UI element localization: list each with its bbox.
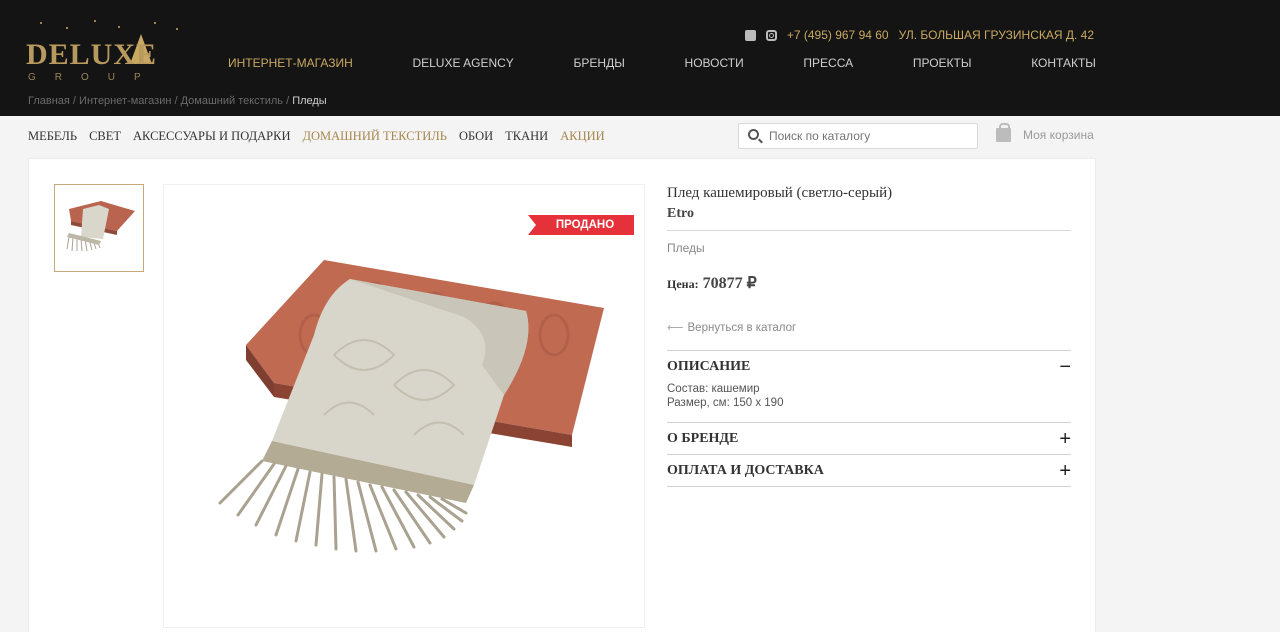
sold-badge: ПРОДАНО <box>528 215 634 235</box>
breadcrumb-separator: / <box>171 95 181 107</box>
category-light[interactable]: СВЕТ <box>89 129 121 144</box>
category-wallpaper[interactable]: ОБОИ <box>459 129 493 144</box>
nav-item-shop[interactable]: ИНТЕРНЕТ-МАГАЗИН <box>228 56 353 70</box>
price-label: Цена: <box>667 277 699 291</box>
section-description: ОПИСАНИЕ − Состав: кашемир Размер, см: 1… <box>667 350 1071 422</box>
cart-label: Моя корзина <box>1023 128 1094 142</box>
section-brand: О БРЕНДЕ + <box>667 422 1071 454</box>
nav-item-press[interactable]: ПРЕССА <box>803 56 853 70</box>
search-icon[interactable] <box>748 129 759 140</box>
main-nav: ИНТЕРНЕТ-МАГАЗИН DELUXE AGENCY БРЕНДЫ НО… <box>228 56 1096 70</box>
product-title: Плед кашемировый (светло-серый) <box>667 185 893 201</box>
product-panel: ПРОДАНО Плед кашемировый (светло-серый) … <box>28 158 1096 632</box>
product-image[interactable]: ПРОДАНО <box>163 184 645 628</box>
search-box <box>738 123 978 149</box>
product-price: Цена: 70877 ₽ <box>667 273 1071 293</box>
nav-item-news[interactable]: НОВОСТИ <box>685 56 744 70</box>
logo-sparkle <box>154 22 156 24</box>
arrow-left-icon: ⟵ <box>667 322 684 334</box>
expand-icon[interactable]: + <box>1059 429 1071 449</box>
breadcrumb-textile[interactable]: Домашний текстиль <box>181 95 283 107</box>
category-fabrics[interactable]: ТКАНИ <box>505 129 548 144</box>
address: УЛ. БОЛЬШАЯ ГРУЗИНСКАЯ Д. 42 <box>898 28 1094 42</box>
breadcrumb-separator: / <box>283 95 293 107</box>
logo-sparkle <box>118 26 120 28</box>
breadcrumb-home[interactable]: Главная <box>28 95 70 107</box>
product-thumbnail[interactable] <box>54 184 144 272</box>
category-furniture[interactable]: МЕБЕЛЬ <box>28 129 77 144</box>
product-info: Плед кашемировый (светло-серый) Etro Пле… <box>667 185 1071 487</box>
back-to-catalog-link[interactable]: ⟵ Вернуться в каталог <box>667 320 1071 334</box>
category-bar: МЕБЕЛЬ СВЕТ АКСЕССУАРЫ И ПОДАРКИ ДОМАШНИ… <box>0 116 1280 158</box>
description-line: Состав: кашемир <box>667 383 760 395</box>
thumbnail-image <box>66 201 135 252</box>
breadcrumb-shop[interactable]: Интернет-магазин <box>79 95 171 107</box>
phone-number[interactable]: +7 (495) 967 94 60 <box>787 28 889 42</box>
nav-item-agency[interactable]: DELUXE AGENCY <box>412 56 513 70</box>
logo-word: DELUXE <box>26 38 158 71</box>
section-payment-header[interactable]: ОПЛАТА И ДОСТАВКА <box>667 455 1071 486</box>
breadcrumb: Главная / Интернет-магазин / Домашний те… <box>28 95 327 107</box>
category-home-textile[interactable]: ДОМАШНИЙ ТЕКСТИЛЬ <box>302 129 446 144</box>
collapse-icon[interactable]: − <box>1059 357 1071 377</box>
site-header: DELUXE GROUP +7 (495) 967 94 60 УЛ. БОЛЬ… <box>0 0 1280 116</box>
description-line: Размер, см: 150 x 190 <box>667 397 784 409</box>
nav-item-projects[interactable]: ПРОЕКТЫ <box>913 56 972 70</box>
back-label: Вернуться в каталог <box>687 322 797 334</box>
category-accessories[interactable]: АКСЕССУАРЫ И ПОДАРКИ <box>133 129 290 144</box>
nav-item-brands[interactable]: БРЕНДЫ <box>574 56 625 70</box>
product-category: Пледы <box>667 241 705 255</box>
expand-icon[interactable]: + <box>1059 461 1071 481</box>
logo-sparkle <box>66 27 68 29</box>
logo-sparkle <box>94 20 96 22</box>
product-brand[interactable]: Etro <box>667 206 1071 231</box>
section-description-body: Состав: кашемир Размер, см: 150 x 190 <box>667 382 1071 422</box>
facebook-icon[interactable] <box>744 29 756 41</box>
breadcrumb-separator: / <box>69 95 80 107</box>
product-photo <box>218 260 604 553</box>
cart-link[interactable]: Моя корзина <box>996 123 1094 142</box>
shopping-bag-icon <box>996 123 1011 142</box>
instagram-icon[interactable] <box>765 29 777 41</box>
section-brand-header[interactable]: О БРЕНДЕ <box>667 423 1071 454</box>
logo[interactable]: DELUXE GROUP <box>26 18 186 86</box>
logo-sub: GROUP <box>28 72 160 83</box>
section-description-header[interactable]: ОПИСАНИЕ <box>667 351 1071 382</box>
price-value: 70877 ₽ <box>702 275 757 292</box>
search-input[interactable] <box>769 128 969 144</box>
header-contacts: +7 (495) 967 94 60 УЛ. БОЛЬШАЯ ГРУЗИНСКА… <box>744 28 1094 42</box>
category-nav: МЕБЕЛЬ СВЕТ АКСЕССУАРЫ И ПОДАРКИ ДОМАШНИ… <box>28 129 605 144</box>
category-sales[interactable]: АКЦИИ <box>560 129 604 144</box>
logo-sparkle <box>40 22 42 24</box>
logo-sparkle <box>176 28 178 30</box>
breadcrumb-current: Пледы <box>292 95 327 107</box>
nav-item-contacts[interactable]: КОНТАКТЫ <box>1031 56 1096 70</box>
section-payment-delivery: ОПЛАТА И ДОСТАВКА + <box>667 454 1071 487</box>
